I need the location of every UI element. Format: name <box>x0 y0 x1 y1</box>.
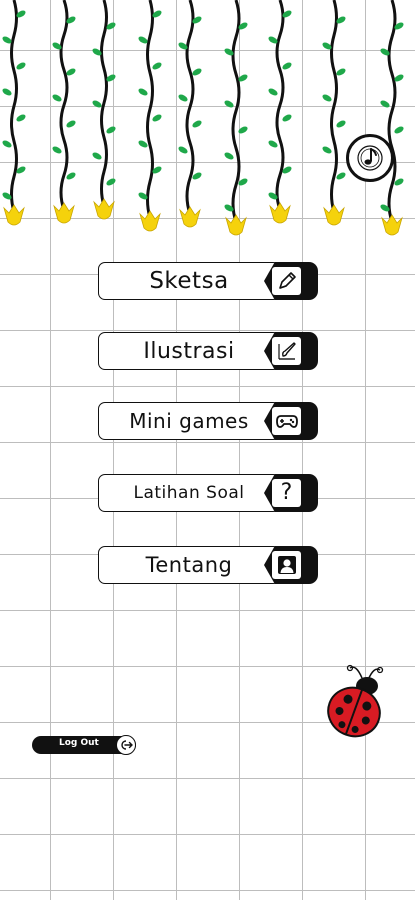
leaf <box>224 152 234 160</box>
flower <box>179 206 201 228</box>
flower <box>139 210 161 232</box>
brush-icon <box>272 337 301 365</box>
leaf <box>92 100 102 108</box>
leaf <box>106 126 116 134</box>
vines-decoration <box>2 0 404 236</box>
vine <box>138 0 162 232</box>
leaf <box>192 68 202 76</box>
leaf <box>178 146 188 154</box>
leaf <box>52 146 62 154</box>
vine <box>224 0 248 236</box>
leaf <box>16 114 26 122</box>
vine <box>2 0 26 226</box>
menu-label-mini-games: Mini games <box>129 409 249 433</box>
question-icon: ? <box>272 479 301 507</box>
gamepad-icon <box>272 407 301 435</box>
menu-button-tentang[interactable]: Tentang <box>98 546 318 584</box>
leaf <box>268 88 278 96</box>
vine <box>268 0 292 224</box>
leaf <box>336 68 346 76</box>
menu-label-sketsa: Sketsa <box>149 268 229 294</box>
person-icon <box>272 551 301 579</box>
leaf <box>380 100 390 108</box>
vine <box>380 0 404 236</box>
pencil-icon <box>272 267 301 295</box>
leaf <box>336 120 346 128</box>
flower <box>53 202 75 224</box>
leaf <box>92 152 102 160</box>
flower <box>3 204 25 226</box>
leaf <box>192 120 202 128</box>
menu-button-ilustrasi[interactable]: Ilustrasi <box>98 332 318 370</box>
leaf <box>106 178 116 186</box>
leaf <box>394 126 404 134</box>
flower <box>93 198 115 220</box>
leaf <box>224 100 234 108</box>
ladybug-decoration <box>327 664 384 738</box>
menu-label-ilustrasi: Ilustrasi <box>143 338 235 364</box>
vine <box>322 0 346 226</box>
leaf <box>152 62 162 70</box>
leaf <box>282 62 292 70</box>
leaf <box>52 94 62 102</box>
menu-label-tentang: Tentang <box>145 553 233 577</box>
vine <box>52 0 76 224</box>
leaf <box>2 140 12 148</box>
logout-label: Log Out <box>59 738 99 748</box>
leaf <box>268 140 278 148</box>
menu-button-sketsa[interactable]: Sketsa <box>98 262 318 300</box>
leaf <box>238 126 248 134</box>
music-note-icon <box>357 145 383 171</box>
menu-button-mini-games[interactable]: Mini games <box>98 402 318 440</box>
leaf <box>16 62 26 70</box>
leaf <box>2 88 12 96</box>
flower <box>225 214 247 236</box>
menu-label-latihan-soal: Latihan Soal <box>133 483 245 503</box>
flower <box>323 204 345 226</box>
menu-button-latihan-soal[interactable]: Latihan Soal ? <box>98 474 318 512</box>
leaf <box>336 172 346 180</box>
leaf <box>138 140 148 148</box>
leaf <box>282 114 292 122</box>
music-toggle-button[interactable] <box>346 134 394 182</box>
logout-icon <box>116 735 136 755</box>
leaf <box>66 172 76 180</box>
flower <box>269 202 291 224</box>
leaf <box>152 114 162 122</box>
leaf <box>322 94 332 102</box>
logout-button[interactable]: Log Out <box>32 735 136 755</box>
leaf <box>178 94 188 102</box>
flower <box>381 214 403 236</box>
leaf <box>322 146 332 154</box>
leaf <box>66 120 76 128</box>
leaf <box>138 88 148 96</box>
vine <box>92 0 116 220</box>
vine <box>178 0 202 228</box>
